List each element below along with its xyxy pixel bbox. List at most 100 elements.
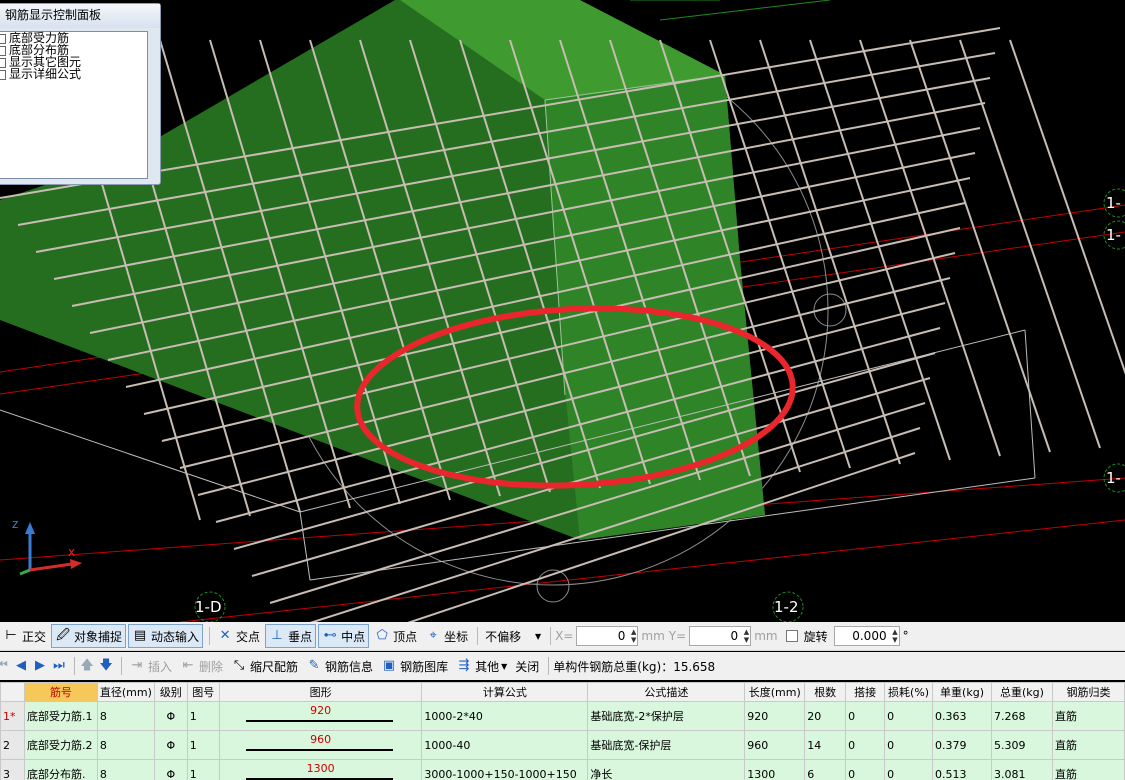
spin-icon[interactable]: ▲ ▼ [631, 628, 636, 644]
cell-length[interactable]: 920 [744, 701, 806, 731]
x-input[interactable]: 0 ▲ ▼ [576, 626, 639, 646]
table-row[interactable]: 1* 底部受力筋.1 8 Φ 1 920 1000-2*40 基础底宽-2*保护… [0, 701, 1125, 731]
cell-diameter[interactable]: 8 [96, 701, 155, 731]
rebar-library-button[interactable]: ▣ 钢筋图库 [378, 655, 451, 677]
offset-select-value: 不偏移 [485, 629, 522, 644]
column-header[interactable]: 单重(kg) [932, 682, 992, 702]
dynamic-input-button[interactable]: ▤ 动态输入 [128, 624, 204, 648]
ortho-button[interactable]: ⊢ 正交 [0, 625, 49, 647]
cell-lap[interactable]: 0 [845, 701, 886, 731]
column-header[interactable]: 钢筋归类 [1051, 682, 1125, 702]
row-index[interactable]: 1* [0, 701, 25, 731]
checkbox[interactable] [0, 34, 6, 44]
cell-description[interactable]: 基础底宽-保护层 [587, 730, 746, 760]
cell-total-weight[interactable]: 5.309 [991, 730, 1053, 760]
cell-formula[interactable]: 3000-1000+150-1000+150 [421, 759, 589, 780]
offset-select[interactable]: 不偏移 ▼ [482, 625, 544, 647]
cell-category[interactable]: 直筋 [1051, 730, 1125, 760]
column-header[interactable]: 总重(kg) [991, 682, 1053, 702]
cell-figure-no[interactable]: 1 [186, 701, 220, 731]
cell-figure-no[interactable]: 1 [186, 730, 220, 760]
midpoint-button[interactable]: ⊷ 中点 [318, 624, 370, 648]
cell-name[interactable]: 底部分布筋. [23, 759, 98, 780]
cell-length[interactable]: 960 [744, 730, 806, 760]
cell-category[interactable]: 直筋 [1051, 701, 1125, 731]
cell-loss[interactable]: 0 [884, 759, 934, 780]
close-button[interactable]: 关闭 [512, 655, 542, 677]
column-header[interactable]: 长度(mm) [744, 682, 806, 702]
column-header[interactable]: 级别 [153, 682, 188, 702]
prev-icon[interactable]: ◀ [13, 658, 29, 674]
object-snap-button[interactable]: 🖉 对象捕捉 [51, 624, 127, 648]
cell-shape[interactable]: 1300 [218, 759, 423, 780]
cell-count[interactable]: 6 [804, 759, 847, 780]
first-icon[interactable]: ⏮ [0, 658, 10, 674]
row-index[interactable]: 2 [0, 730, 25, 760]
column-header[interactable]: 损耗(%) [884, 682, 934, 702]
cell-diameter[interactable]: 8 [96, 759, 155, 780]
up-icon[interactable]: 🡅 [79, 658, 95, 674]
insert-button[interactable]: ⇥ 插入 [126, 655, 175, 677]
scale-rebar-button[interactable]: ⤡ 缩尺配筋 [228, 655, 301, 677]
checkbox[interactable] [0, 58, 6, 68]
last-icon[interactable]: ⏭ [51, 658, 67, 674]
cell-unit-weight[interactable]: 0.513 [932, 759, 992, 780]
rebar-info-button[interactable]: ✎ 钢筋信息 [303, 655, 376, 677]
cell-grade[interactable]: Φ [153, 701, 188, 731]
spin-icon[interactable]: ▲ ▼ [744, 628, 749, 644]
cell-length[interactable]: 1300 [744, 759, 806, 780]
column-header[interactable]: 搭接 [845, 682, 886, 702]
cell-name[interactable]: 底部受力筋.2 [23, 730, 98, 760]
cell-unit-weight[interactable]: 0.379 [932, 730, 992, 760]
down-icon[interactable]: 🡇 [98, 658, 114, 674]
cell-grade[interactable]: Φ [153, 759, 188, 780]
y-input[interactable]: 0 ▲ ▼ [689, 626, 752, 646]
column-header[interactable]: 公式描述 [587, 682, 746, 702]
delete-button[interactable]: ⇤ 删除 [177, 655, 226, 677]
table-row[interactable]: 3 底部分布筋. 8 Φ 1 1300 3000-1000+150-1000+1… [0, 759, 1125, 780]
cell-loss[interactable]: 0 [884, 701, 934, 731]
cell-total-weight[interactable]: 3.081 [991, 759, 1053, 780]
cell-grade[interactable]: Φ [153, 730, 188, 760]
cell-lap[interactable]: 0 [845, 730, 886, 760]
spin-icon[interactable]: ▲ ▼ [892, 628, 897, 644]
cell-total-weight[interactable]: 7.268 [991, 701, 1053, 731]
column-header[interactable]: 筋号 [23, 682, 98, 702]
cell-formula[interactable]: 1000-2*40 [421, 701, 589, 731]
cell-loss[interactable]: 0 [884, 730, 934, 760]
next-icon[interactable]: ▶ [32, 658, 48, 674]
rotate-input[interactable]: 0.000 ▲ ▼ [833, 626, 900, 646]
cell-category[interactable]: 直筋 [1051, 759, 1125, 780]
cell-description[interactable]: 净长 [587, 759, 746, 780]
cell-shape[interactable]: 960 [218, 730, 423, 760]
cell-shape[interactable]: 920 [218, 701, 423, 731]
cell-lap[interactable]: 0 [845, 759, 886, 780]
cell-count[interactable]: 14 [804, 730, 847, 760]
dynamic-input-label: 动态输入 [151, 629, 200, 644]
cell-diameter[interactable]: 8 [96, 730, 155, 760]
rotate-checkbox[interactable] [785, 630, 798, 642]
checkbox[interactable] [0, 70, 6, 80]
panel-title[interactable]: 钢筋显示控制面板 [0, 4, 160, 28]
cell-figure-no[interactable]: 1 [186, 759, 220, 780]
other-button[interactable]: ⇶ 其他 ▼ [453, 655, 510, 677]
checkbox[interactable] [0, 46, 6, 56]
intersection-button[interactable]: ✕ 交点 [214, 625, 263, 647]
column-header[interactable]: 直径(mm) [96, 682, 155, 702]
column-header[interactable]: 图号 [186, 682, 220, 702]
vertex-button[interactable]: ⬠ 顶点 [371, 625, 420, 647]
coordinate-button[interactable]: ⌖ 坐标 [422, 625, 471, 647]
column-header[interactable]: 图形 [218, 682, 423, 702]
3d-viewport[interactable]: z x 1-D 1-2 1- 1- 1- 钢筋显示控制面板 底部受力筋 底部分布… [0, 0, 1125, 622]
panel-item-detail-formula[interactable]: 显示详细公式 [0, 68, 147, 80]
cell-description[interactable]: 基础底宽-2*保护层 [587, 701, 746, 731]
table-row[interactable]: 2 底部受力筋.2 8 Φ 1 960 1000-40 基础底宽-保护层 960… [0, 730, 1125, 760]
column-header[interactable]: 根数 [804, 682, 847, 702]
cell-name[interactable]: 底部受力筋.1 [23, 701, 98, 731]
cell-count[interactable]: 20 [804, 701, 847, 731]
column-header[interactable]: 计算公式 [421, 682, 589, 702]
cell-unit-weight[interactable]: 0.363 [932, 701, 992, 731]
cell-formula[interactable]: 1000-40 [421, 730, 589, 760]
perpendicular-button[interactable]: ⊥ 垂点 [265, 624, 317, 648]
row-index[interactable]: 3 [0, 759, 25, 780]
